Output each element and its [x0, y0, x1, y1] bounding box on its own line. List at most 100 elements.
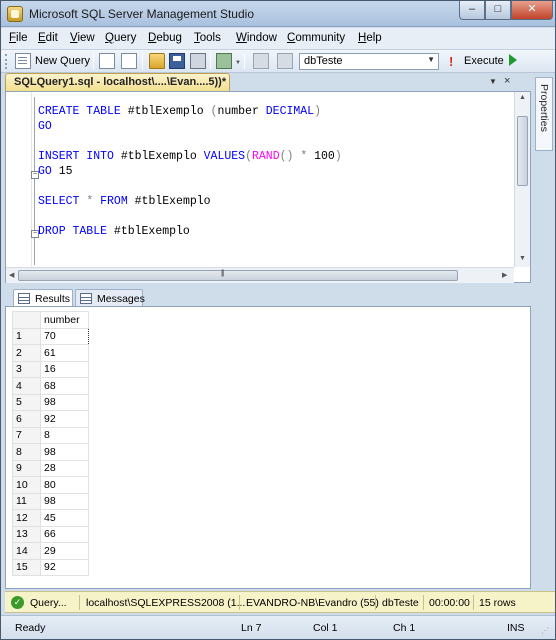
cell-number[interactable]: 28 — [40, 459, 89, 477]
tab-sqlquery1[interactable]: SQLQuery1.sql - localhost\....\Evan....5… — [5, 73, 230, 91]
editor-horizontal-scrollbar[interactable]: ◀ ||| ▶ — [6, 267, 514, 283]
code-line[interactable]: INSERT INTO #tblExemplo VALUES(RAND() * … — [38, 150, 342, 163]
row-number[interactable]: 6 — [12, 410, 41, 428]
menu-debug[interactable]: Debug — [148, 32, 182, 44]
toolbar-grip[interactable] — [5, 54, 8, 69]
row-number[interactable]: 4 — [12, 377, 41, 395]
cell-number[interactable]: 61 — [40, 344, 89, 362]
scroll-thumb[interactable] — [517, 116, 528, 186]
table-row[interactable]: 13 66 — [12, 525, 89, 543]
scroll-up-icon[interactable]: ▲ — [519, 94, 526, 101]
scroll-left-icon[interactable]: ◀ — [9, 271, 14, 279]
table-row[interactable]: 11 98 — [12, 492, 89, 510]
table-row[interactable]: 5 98 — [12, 393, 89, 411]
maximize-button[interactable]: □ — [485, 1, 511, 20]
query-editor[interactable]: − − CREATE TABLE #tblExemplo (number DEC… — [5, 91, 531, 283]
title-bar[interactable]: Microsoft SQL Server Management Studio –… — [1, 1, 555, 27]
cell-number[interactable]: 92 — [40, 558, 89, 576]
row-number[interactable]: 15 — [12, 558, 41, 576]
table-row[interactable]: 2 61 — [12, 344, 89, 362]
tab-messages[interactable]: Messages — [75, 289, 145, 307]
menu-view[interactable]: View — [70, 32, 95, 44]
menu-help[interactable]: Help — [358, 32, 382, 44]
cell-number[interactable]: 92 — [40, 410, 89, 428]
cell-number[interactable]: 98 — [40, 492, 89, 510]
close-button[interactable]: ✕ — [511, 1, 553, 20]
row-number[interactable]: 7 — [12, 426, 41, 444]
code-line[interactable]: GO 15 — [38, 165, 73, 178]
menu-file[interactable]: File — [9, 32, 28, 44]
menu-tools[interactable]: Tools — [194, 32, 221, 44]
new-project-icon[interactable] — [121, 53, 137, 69]
resize-grip-icon[interactable]: ⋰ — [541, 626, 549, 635]
cell-number[interactable]: 80 — [40, 476, 89, 494]
results-pane[interactable]: number 1 70 2 61 3 16 4 68 5 98 6 92 7 8 8 98 9 28 10 80 11 9… — [5, 306, 531, 589]
cell-number[interactable]: 68 — [40, 377, 89, 395]
results-grid[interactable]: number 1 70 2 61 3 16 4 68 5 98 6 92 7 8 8 98 9 28 10 80 11 9… — [12, 311, 89, 576]
row-number[interactable]: 13 — [12, 525, 41, 543]
cell-number[interactable]: 29 — [40, 542, 89, 560]
row-number[interactable]: 5 — [12, 393, 41, 411]
code-line[interactable]: GO — [38, 120, 52, 133]
properties-tab[interactable]: Properties — [535, 77, 553, 151]
execute-icon[interactable]: ! — [449, 54, 453, 69]
debug-run-icon[interactable] — [509, 54, 517, 66]
table-row[interactable]: 9 28 — [12, 459, 89, 477]
print-icon[interactable] — [190, 53, 206, 69]
tab-close-icon[interactable]: × — [504, 75, 510, 87]
cell-number[interactable]: 98 — [40, 393, 89, 411]
activity-monitor-icon[interactable] — [216, 53, 232, 69]
execute-button[interactable]: Execute — [464, 55, 504, 67]
new-query-icon[interactable] — [15, 53, 31, 69]
row-number[interactable]: 3 — [12, 360, 41, 378]
new-file-icon[interactable] — [99, 53, 115, 69]
table-row[interactable]: 15 92 — [12, 558, 89, 576]
editor-vertical-scrollbar[interactable]: ▲ ▼ — [514, 92, 530, 267]
cell-number[interactable]: 8 — [40, 426, 89, 444]
table-row[interactable]: 10 80 — [12, 476, 89, 494]
toolbar-overflow-icon[interactable]: ▼ — [235, 60, 241, 66]
cell-number[interactable]: 70 — [40, 327, 89, 345]
menu-query[interactable]: Query — [105, 32, 136, 44]
scroll-down-icon[interactable]: ▼ — [519, 255, 526, 262]
cell-number[interactable]: 66 — [40, 525, 89, 543]
row-number[interactable]: 14 — [12, 542, 41, 560]
save-icon[interactable] — [169, 53, 185, 69]
code-line[interactable]: CREATE TABLE #tblExemplo (number DECIMAL… — [38, 105, 321, 118]
menu-edit[interactable]: Edit — [38, 32, 58, 44]
table-row[interactable]: 4 68 — [12, 377, 89, 395]
code-line[interactable]: DROP TABLE #tblExemplo — [38, 225, 190, 238]
menu-community[interactable]: Community — [287, 32, 345, 44]
row-number[interactable]: 1 — [12, 327, 41, 345]
row-number[interactable]: 10 — [12, 476, 41, 494]
row-number[interactable]: 9 — [12, 459, 41, 477]
table-row[interactable]: 12 45 — [12, 509, 89, 527]
table-row[interactable]: 6 92 — [12, 410, 89, 428]
cell-number[interactable]: 45 — [40, 509, 89, 527]
database-selector[interactable]: dbTeste ▼ — [299, 53, 439, 70]
menu-window[interactable]: Window — [236, 32, 277, 44]
table-row[interactable]: 78 — [12, 426, 89, 444]
table-row[interactable]: 1 70 — [12, 327, 89, 345]
row-number[interactable]: 2 — [12, 344, 41, 362]
row-number[interactable]: 11 — [12, 492, 41, 510]
connect-icon[interactable] — [253, 53, 269, 69]
row-number[interactable]: 12 — [12, 509, 41, 527]
scroll-thumb[interactable] — [18, 270, 458, 281]
minimize-button[interactable]: – — [459, 1, 485, 20]
cell-number[interactable]: 16 — [40, 360, 89, 378]
column-header-number[interactable]: number — [40, 311, 89, 329]
table-row[interactable]: 3 16 — [12, 360, 89, 378]
open-folder-icon[interactable] — [149, 53, 165, 69]
cell-number[interactable]: 98 — [40, 443, 89, 461]
row-number[interactable]: 8 — [12, 443, 41, 461]
new-query-button[interactable]: New Query — [35, 55, 90, 67]
row-number-header[interactable] — [12, 311, 41, 329]
code-line[interactable]: SELECT * FROM #tblExemplo — [38, 195, 211, 208]
tab-list-icon[interactable]: ▼ — [489, 77, 497, 86]
tab-results[interactable]: Results — [13, 289, 73, 307]
change-connection-icon[interactable] — [277, 53, 293, 69]
table-row[interactable]: 8 98 — [12, 443, 89, 461]
table-row[interactable]: 14 29 — [12, 542, 89, 560]
scroll-right-icon[interactable]: ▶ — [502, 271, 507, 279]
